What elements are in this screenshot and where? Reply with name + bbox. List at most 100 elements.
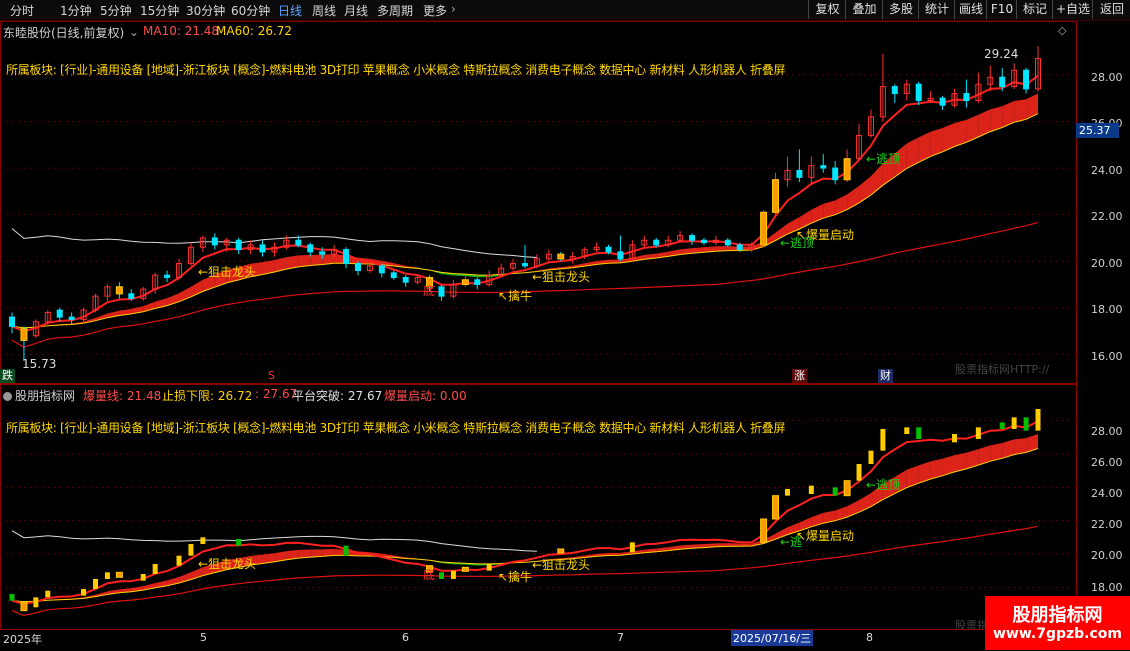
current-price-badge: 25.37: [1076, 123, 1119, 138]
candle-body: [939, 97, 946, 106]
price-chart[interactable]: [0, 21, 1075, 382]
candle-body: [295, 239, 302, 246]
signal-bottom-label: 底: [423, 568, 436, 582]
site-badge[interactable]: 股朋指标网 www.7gpzb.com: [985, 596, 1130, 650]
period-tab-more[interactable]: 更多: [423, 2, 447, 19]
ma-ribbon-segment: [310, 254, 323, 266]
draw-line-button[interactable]: 画线: [954, 0, 987, 19]
date-label: 8: [866, 631, 873, 644]
signal-cow-label: ↖擒牛: [498, 570, 533, 584]
candle-body: [343, 249, 350, 265]
event-finance-badge[interactable]: 财: [878, 369, 893, 383]
f10-button[interactable]: F10: [986, 0, 1017, 19]
signal-bar: [868, 450, 874, 464]
price-tick: 18.00: [1091, 581, 1123, 594]
candle-body: [915, 83, 922, 102]
candle-body: [963, 93, 970, 102]
adjust-button[interactable]: 复权: [808, 0, 846, 19]
date-label: 2025年: [3, 633, 42, 646]
candle-body: [653, 239, 660, 246]
date-axis: [0, 629, 1130, 651]
signal-cow-label: ↖擒牛: [498, 289, 533, 303]
ma-ribbon-segment: [1014, 438, 1027, 455]
candle-body: [796, 169, 803, 178]
candle-body: [56, 309, 63, 318]
signal-bar: [438, 572, 444, 579]
candle-body: [820, 165, 827, 169]
signal-bar-highlight: [115, 286, 123, 295]
date-label: 7: [617, 631, 624, 644]
candle-body: [724, 239, 731, 246]
period-tab-30min[interactable]: 30分钟: [186, 2, 225, 19]
signal-bar: [140, 574, 146, 581]
period-tab-1min[interactable]: 1分钟: [60, 2, 92, 19]
signal-bar: [236, 539, 242, 546]
chevron-right-icon[interactable]: ›: [451, 2, 456, 16]
candle-body: [235, 239, 242, 251]
price-tick: 18.00: [1091, 303, 1123, 316]
candle-body: [605, 246, 612, 253]
price-tick: 22.00: [1091, 210, 1123, 223]
stats-button[interactable]: 统计: [918, 0, 955, 19]
period-tab-15min[interactable]: 15分钟: [140, 2, 179, 19]
price-tick: 16.00: [1091, 350, 1123, 363]
signal-snipe-label: ←狙击龙头: [198, 557, 257, 571]
event-s-badge[interactable]: S: [266, 369, 277, 383]
period-tab-daily[interactable]: 日线: [278, 2, 302, 19]
date-cursor-label: 2025/07/16/三: [731, 630, 814, 646]
signal-bar: [93, 579, 99, 589]
signal-bar: [104, 572, 110, 579]
back-button[interactable]: 返回: [1092, 0, 1130, 19]
signal-bar: [450, 570, 456, 579]
signal-bar: [1023, 417, 1029, 431]
overlay-button[interactable]: 叠加: [845, 0, 883, 19]
signal-breakout-label: ↖爆量启动: [796, 529, 855, 543]
candle-body: [736, 244, 743, 251]
period-tab-weekly[interactable]: 周线: [312, 2, 336, 19]
signal-snipe-label: ←狙击龙头: [198, 265, 257, 279]
signal-bar: [343, 545, 349, 556]
candle-body: [354, 263, 361, 272]
candle-body: [390, 272, 397, 279]
signal-bar-highlight: [772, 179, 780, 213]
signal-bar: [629, 542, 635, 553]
low-price-label: 15.73: [22, 357, 57, 371]
candle-body: [891, 86, 898, 95]
signal-escape-label: ←逃: [780, 535, 803, 549]
signal-bar-highlight: [843, 158, 851, 181]
event-rise-badge[interactable]: 涨: [792, 369, 807, 383]
candle-body: [522, 263, 528, 267]
signal-bar-highlight: [461, 279, 469, 285]
price-tick: 24.00: [1091, 487, 1123, 500]
period-tab-5min[interactable]: 5分钟: [100, 2, 132, 19]
indicator-chart[interactable]: [0, 384, 1075, 629]
event-fall-badge[interactable]: 跌: [0, 369, 15, 383]
multi-stock-button[interactable]: 多股: [882, 0, 919, 19]
period-tab-60min[interactable]: 60分钟: [231, 2, 270, 19]
high-price-label: 29.24: [984, 47, 1019, 61]
signal-bar-highlight: [20, 601, 28, 612]
signal-bar: [951, 434, 957, 443]
period-toolbar: 分时 1分钟 5分钟 15分钟 30分钟 60分钟 日线 周线 月线 多周期 更…: [0, 0, 1130, 21]
signal-bar: [486, 564, 492, 571]
envelope-line: [11, 530, 537, 552]
signal-bar: [999, 422, 1005, 429]
period-tab-multi[interactable]: 多周期: [377, 2, 413, 19]
ma-ribbon-segment: [1026, 433, 1038, 453]
signal-bar: [856, 464, 862, 481]
candle-body: [832, 167, 839, 181]
signal-bar-highlight: [115, 571, 123, 578]
watermark-text: 股票指标网HTTP://: [955, 363, 1050, 376]
candle-body: [378, 265, 385, 274]
candle-body: [128, 293, 135, 299]
ma-ribbon-segment: [1026, 93, 1038, 120]
date-label: 6: [402, 631, 409, 644]
mark-button[interactable]: 标记: [1016, 0, 1053, 19]
signal-bar: [784, 489, 790, 496]
badge-title: 股朋指标网: [1012, 605, 1103, 626]
period-tab-timeshare[interactable]: 分时: [10, 2, 34, 19]
signal-bar: [975, 427, 981, 439]
period-tab-monthly[interactable]: 月线: [344, 2, 368, 19]
add-watchlist-button[interactable]: +自选: [1052, 0, 1093, 19]
candle-body: [474, 279, 481, 285]
